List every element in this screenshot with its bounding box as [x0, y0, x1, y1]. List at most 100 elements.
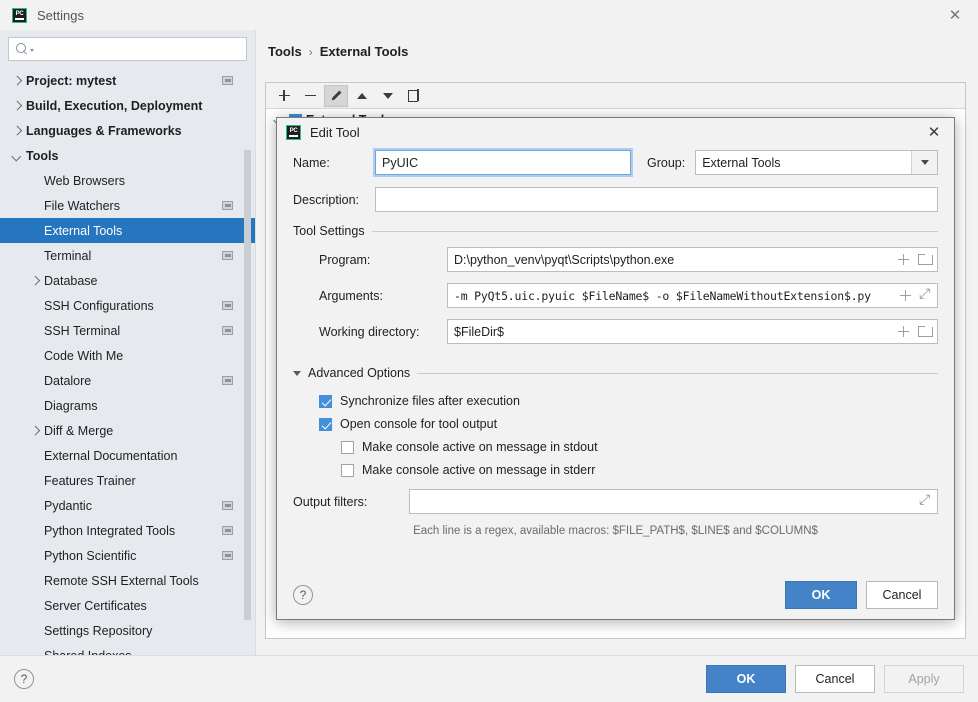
- group-value: External Tools: [702, 155, 781, 170]
- chevron-down-icon[interactable]: [911, 151, 937, 174]
- dialog-help-button[interactable]: ?: [293, 585, 313, 605]
- checkbox-unchecked-icon[interactable]: [341, 440, 354, 454]
- checkbox-label: Open console for tool output: [340, 417, 498, 431]
- settings-cancel-button[interactable]: Cancel: [795, 665, 875, 693]
- sidebar-item-web-browsers[interactable]: Web Browsers: [0, 168, 255, 193]
- program-input[interactable]: [447, 247, 938, 272]
- sidebar-item-pydantic[interactable]: Pydantic: [0, 493, 255, 518]
- group-combobox[interactable]: External Tools: [695, 150, 938, 175]
- chevron-down-icon[interactable]: [10, 149, 23, 162]
- sidebar-item-external-tools[interactable]: External Tools: [0, 218, 255, 243]
- program-row: Program:: [293, 247, 938, 272]
- modified-badge-icon: [222, 526, 233, 535]
- dialog-close-icon[interactable]: ✕: [914, 118, 954, 146]
- dialog-ok-button[interactable]: OK: [785, 581, 857, 609]
- close-icon[interactable]: ✕: [932, 0, 978, 30]
- sidebar-item-project-mytest[interactable]: Project: mytest: [0, 68, 255, 93]
- advanced-options-legend[interactable]: Advanced Options: [293, 366, 938, 380]
- sidebar-item-label: External Tools: [44, 223, 123, 238]
- browse-folder-icon[interactable]: [918, 326, 933, 337]
- sidebar-item-ssh-terminal[interactable]: SSH Terminal: [0, 318, 255, 343]
- checkbox-checked-icon[interactable]: [319, 394, 332, 408]
- dialog-footer: ? OK Cancel: [277, 571, 954, 619]
- insert-macro-icon[interactable]: [900, 290, 912, 302]
- move-down-button[interactable]: [376, 85, 400, 107]
- sidebar-item-server-certificates[interactable]: Server Certificates: [0, 593, 255, 618]
- dialog-cancel-button[interactable]: Cancel: [866, 581, 938, 609]
- remove-tool-button[interactable]: [298, 85, 322, 107]
- insert-macro-icon[interactable]: [898, 326, 910, 338]
- sidebar-item-features-trainer[interactable]: Features Trainer: [0, 468, 255, 493]
- modified-badge-icon: [222, 251, 233, 260]
- checkbox-unchecked-icon[interactable]: [341, 463, 354, 477]
- move-up-button[interactable]: [350, 85, 374, 107]
- search-input[interactable]: [34, 41, 246, 57]
- checkbox-row[interactable]: Synchronize files after execution: [319, 394, 938, 408]
- sidebar-item-ssh-configurations[interactable]: SSH Configurations: [0, 293, 255, 318]
- sidebar-item-diff-merge[interactable]: Diff & Merge: [0, 418, 255, 443]
- name-input[interactable]: [375, 150, 631, 175]
- chevron-right-icon[interactable]: [28, 424, 41, 437]
- description-input[interactable]: [375, 187, 938, 212]
- sidebar-item-file-watchers[interactable]: File Watchers: [0, 193, 255, 218]
- sidebar-scrollbar[interactable]: [244, 150, 251, 620]
- sidebar-item-label: Python Integrated Tools: [44, 523, 176, 538]
- checkbox-row[interactable]: Open console for tool output: [319, 417, 938, 431]
- chevron-down-icon[interactable]: [293, 370, 301, 376]
- sidebar-item-label: Pydantic: [44, 498, 92, 513]
- chevron-right-icon[interactable]: [10, 124, 23, 137]
- modified-badge-icon: [222, 551, 233, 560]
- sidebar-item-tools[interactable]: Tools: [0, 143, 255, 168]
- sidebar-item-build-execution-deployment[interactable]: Build, Execution, Deployment: [0, 93, 255, 118]
- sidebar-item-label: Tools: [26, 148, 59, 163]
- sidebar-item-diagrams[interactable]: Diagrams: [0, 393, 255, 418]
- sidebar-item-label: Datalore: [44, 373, 92, 388]
- expand-editor-icon[interactable]: [919, 491, 932, 508]
- output-filters-row: Output filters:: [293, 489, 938, 514]
- checkbox-row[interactable]: Make console active on message in stdout: [341, 440, 938, 454]
- output-filters-input[interactable]: [409, 489, 938, 514]
- checkbox-row[interactable]: Make console active on message in stderr: [341, 463, 938, 477]
- sidebar-item-shared-indexes[interactable]: Shared Indexes: [0, 643, 255, 656]
- chevron-right-icon[interactable]: [10, 99, 23, 112]
- sidebar-item-python-integrated-tools[interactable]: Python Integrated Tools: [0, 518, 255, 543]
- sidebar-item-database[interactable]: Database: [0, 268, 255, 293]
- copy-tool-button[interactable]: [402, 85, 426, 107]
- sidebar-item-external-documentation[interactable]: External Documentation: [0, 443, 255, 468]
- sidebar-item-code-with-me[interactable]: Code With Me: [0, 343, 255, 368]
- name-row: Name: Group: External Tools: [293, 150, 938, 175]
- output-filters-hint: Each line is a regex, available macros: …: [413, 525, 818, 537]
- help-button[interactable]: ?: [14, 669, 34, 689]
- settings-footer: ? OK Cancel Apply: [0, 655, 978, 702]
- advanced-checkbox-list: Synchronize files after execution Open co…: [293, 394, 938, 477]
- dialog-title: Edit Tool: [310, 124, 360, 140]
- sidebar-item-settings-repository[interactable]: Settings Repository: [0, 618, 255, 643]
- sidebar-item-terminal[interactable]: Terminal: [0, 243, 255, 268]
- working-directory-label: Working directory:: [319, 324, 420, 339]
- chevron-right-icon[interactable]: [28, 274, 41, 287]
- settings-ok-button[interactable]: OK: [706, 665, 786, 693]
- sidebar-item-label: Remote SSH External Tools: [44, 573, 199, 588]
- tool-settings-label: Tool Settings: [293, 224, 365, 238]
- sidebar-item-python-scientific[interactable]: Python Scientific: [0, 543, 255, 568]
- expand-editor-icon[interactable]: [919, 285, 932, 302]
- browse-folder-icon[interactable]: [918, 254, 933, 265]
- sidebar-search-wrap: [0, 30, 255, 66]
- edit-tool-button[interactable]: [324, 84, 348, 107]
- chevron-right-icon[interactable]: [10, 74, 23, 87]
- sidebar-item-languages-frameworks[interactable]: Languages & Frameworks: [0, 118, 255, 143]
- arguments-input[interactable]: [447, 283, 938, 308]
- working-directory-input[interactable]: [447, 319, 938, 344]
- add-tool-button[interactable]: [272, 85, 296, 107]
- checkbox-checked-icon[interactable]: [319, 417, 332, 431]
- sidebar-item-datalore[interactable]: Datalore: [0, 368, 255, 393]
- sidebar-item-remote-ssh-external-tools[interactable]: Remote SSH External Tools: [0, 568, 255, 593]
- search-box[interactable]: [8, 37, 247, 61]
- insert-macro-icon[interactable]: [898, 254, 910, 266]
- breadcrumb-parent[interactable]: Tools: [268, 44, 302, 59]
